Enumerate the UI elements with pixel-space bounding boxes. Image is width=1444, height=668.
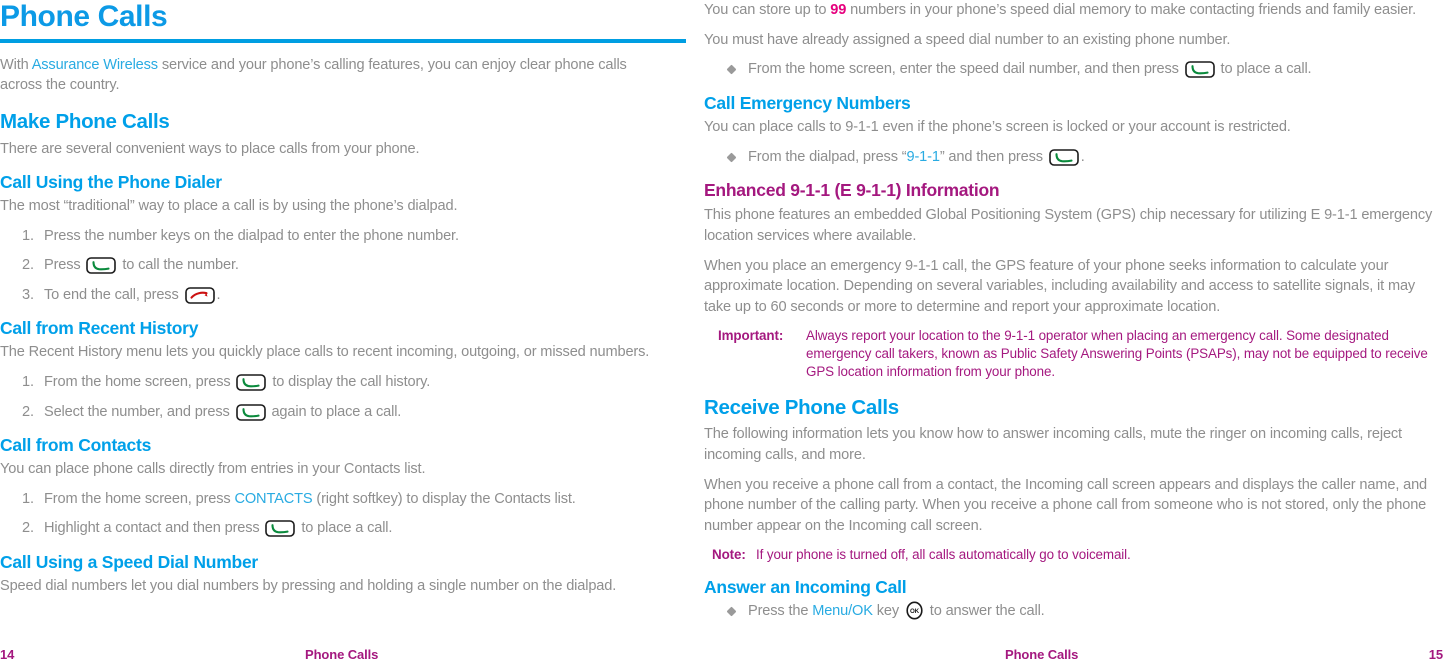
note-notice: Note: If your phone is turned off, all c… (704, 546, 1443, 564)
heading-receive-phone-calls: Receive Phone Calls (704, 395, 899, 419)
speed-dial-continued-paragraph: You can store up to 99 numbers in your p… (704, 0, 1443, 21)
heading-make-phone-calls: Make Phone Calls (0, 109, 170, 133)
send-key-icon (1184, 61, 1215, 79)
contacts-steps: From the home screen, press CONTACTS (ri… (0, 489, 670, 539)
emergency-body: You can place calls to 9-1-1 even if the… (704, 118, 1291, 135)
step-text-pre: Press (44, 257, 85, 274)
bullet-text-mid: key (872, 603, 903, 619)
step-text-post: again to place a call. (267, 403, 402, 420)
contacts-softkey-label[interactable]: CONTACTS (234, 491, 312, 507)
list-item: Press to call the number. (0, 255, 670, 276)
heading-call-from-contacts: Call from Contacts (0, 435, 152, 456)
list-item: From the dialpad, press “9-1-1” and then… (704, 147, 1443, 167)
step-text-post: to display the call history. (268, 374, 431, 391)
heading-enhanced-911-information: Enhanced 9-1-1 (E 9-1-1) Information (704, 180, 1000, 201)
e911-paragraph-1: This phone features an embedded Global P… (704, 207, 1433, 244)
svg-text:OK: OK (910, 608, 920, 615)
heading-call-using-a-speed-dial-number: Call Using a Speed Dial Number (0, 551, 258, 572)
page-column-left: Phone Calls With Assurance Wireless serv… (0, 0, 700, 668)
send-key-icon (235, 403, 266, 421)
intro-pre: With (0, 56, 32, 73)
step-text-post: to place a call. (297, 520, 393, 537)
assurance-wireless-link[interactable]: Assurance Wireless (32, 57, 158, 73)
bullet-text-post: to answer the call. (925, 603, 1045, 619)
note-text: If your phone is turned off, all calls a… (756, 546, 1131, 562)
step-text: Press the number keys on the dialpad to … (44, 228, 459, 245)
heading-call-using-the-phone-dialer: Call Using the Phone Dialer (0, 172, 222, 193)
send-key-icon (236, 374, 267, 391)
step-text-pre: To end the call, press (44, 286, 183, 303)
dialer-body: The most “traditional” way to place a ca… (0, 198, 458, 215)
menu-ok-key-icon: OK (905, 601, 924, 620)
speed-dial-bullets: From the home screen, enter the speed da… (704, 59, 1443, 79)
answer-bullets: Press the Menu/OK key OK to answer the c… (704, 601, 1443, 621)
speed-dial-prereq-paragraph: You must have already assigned a speed d… (704, 31, 1231, 48)
step-text-pre: From the home screen, press (44, 490, 235, 507)
send-key-icon (1048, 148, 1079, 166)
footer-left: 14 Phone Calls (0, 647, 700, 665)
bullet-text-pre: Press the (748, 603, 813, 619)
heading-call-from-recent-history: Call from Recent History (0, 318, 199, 339)
important-label: Important: (718, 327, 784, 343)
step-text-pre: From the home screen, press (44, 374, 235, 391)
recent-history-body: The Recent History menu lets you quickly… (0, 344, 650, 361)
emergency-bullets: From the dialpad, press “9-1-1” and then… (704, 147, 1443, 167)
footer-title: Phone Calls (305, 647, 379, 662)
footer-right: Phone Calls 15 (700, 647, 1444, 665)
bullet-text-post: . (1080, 148, 1085, 165)
title-rule (0, 38, 686, 43)
page-number: 14 (0, 647, 15, 662)
sd-post: numbers in your phone’s speed dial memor… (846, 2, 1416, 18)
e911-paragraph-2: When you place an emergency 9-1-1 call, … (704, 257, 1416, 316)
list-item: Press the number keys on the dialpad to … (0, 226, 670, 247)
send-key-icon (265, 520, 296, 538)
bullet-text-pre: From the home screen, enter the speed da… (748, 61, 1183, 78)
bullet-text-post: to place a call. (1216, 61, 1312, 78)
step-text-pre: Select the number, and press (44, 403, 234, 420)
menu-ok-key-label: Menu/OK (812, 603, 873, 619)
list-item: From the home screen, enter the speed da… (704, 59, 1443, 79)
step-text-pre: Highlight a contact and then press (44, 520, 264, 537)
bullet-text-pre: From the dialpad, press “ (748, 148, 907, 165)
footer-title: Phone Calls (1005, 647, 1079, 662)
make-phone-calls-body: There are several convenient ways to pla… (0, 140, 420, 157)
page-title: Phone Calls (0, 0, 168, 33)
receive-paragraph-2: When you receive a phone call from a con… (704, 476, 1428, 534)
emergency-number-label: 9-1-1 (906, 148, 940, 165)
manual-page-spread: Phone Calls With Assurance Wireless serv… (0, 0, 1444, 668)
list-item: From the home screen, press to display t… (0, 372, 670, 393)
end-key-icon (184, 287, 215, 304)
heading-call-emergency-numbers: Call Emergency Numbers (704, 92, 911, 113)
important-notice: Important: Always report your location t… (704, 327, 1443, 382)
diamond-bullet-icon (726, 606, 737, 617)
contacts-body: You can place phone calls directly from … (0, 461, 426, 478)
speed-dial-capacity-value: 99 (830, 2, 847, 18)
page-number: 15 (1428, 647, 1443, 662)
list-item: Select the number, and press again to pl… (0, 402, 670, 423)
step-text-post: (right softkey) to display the Contacts … (312, 490, 576, 507)
step-text-post: . (216, 286, 221, 303)
step-text-post: to call the number. (118, 257, 239, 274)
diamond-bullet-icon (726, 64, 737, 75)
list-item: To end the call, press . (0, 285, 670, 306)
list-item: Highlight a contact and then press to pl… (0, 518, 670, 539)
diamond-bullet-icon (726, 152, 737, 163)
important-text: Always report your location to the 9-1-1… (806, 327, 1428, 380)
recent-history-steps: From the home screen, press to display t… (0, 372, 670, 422)
page-column-right: You can store up to 99 numbers in your p… (700, 0, 1444, 668)
heading-answer-an-incoming-call: Answer an Incoming Call (704, 576, 907, 597)
dialer-steps: Press the number keys on the dialpad to … (0, 226, 670, 306)
list-item: Press the Menu/OK key OK to answer the c… (704, 601, 1443, 621)
list-item: From the home screen, press CONTACTS (ri… (0, 489, 670, 510)
speed-dial-body: Speed dial numbers let you dial numbers … (0, 577, 617, 594)
send-key-icon (86, 257, 117, 275)
sd-pre: You can store up to (704, 2, 831, 18)
bullet-text-mid: ” and then press (939, 148, 1047, 165)
receive-paragraph-1: The following information lets you know … (704, 426, 1402, 463)
intro-paragraph: With Assurance Wireless service and your… (0, 55, 670, 96)
note-label: Note: (712, 546, 746, 562)
